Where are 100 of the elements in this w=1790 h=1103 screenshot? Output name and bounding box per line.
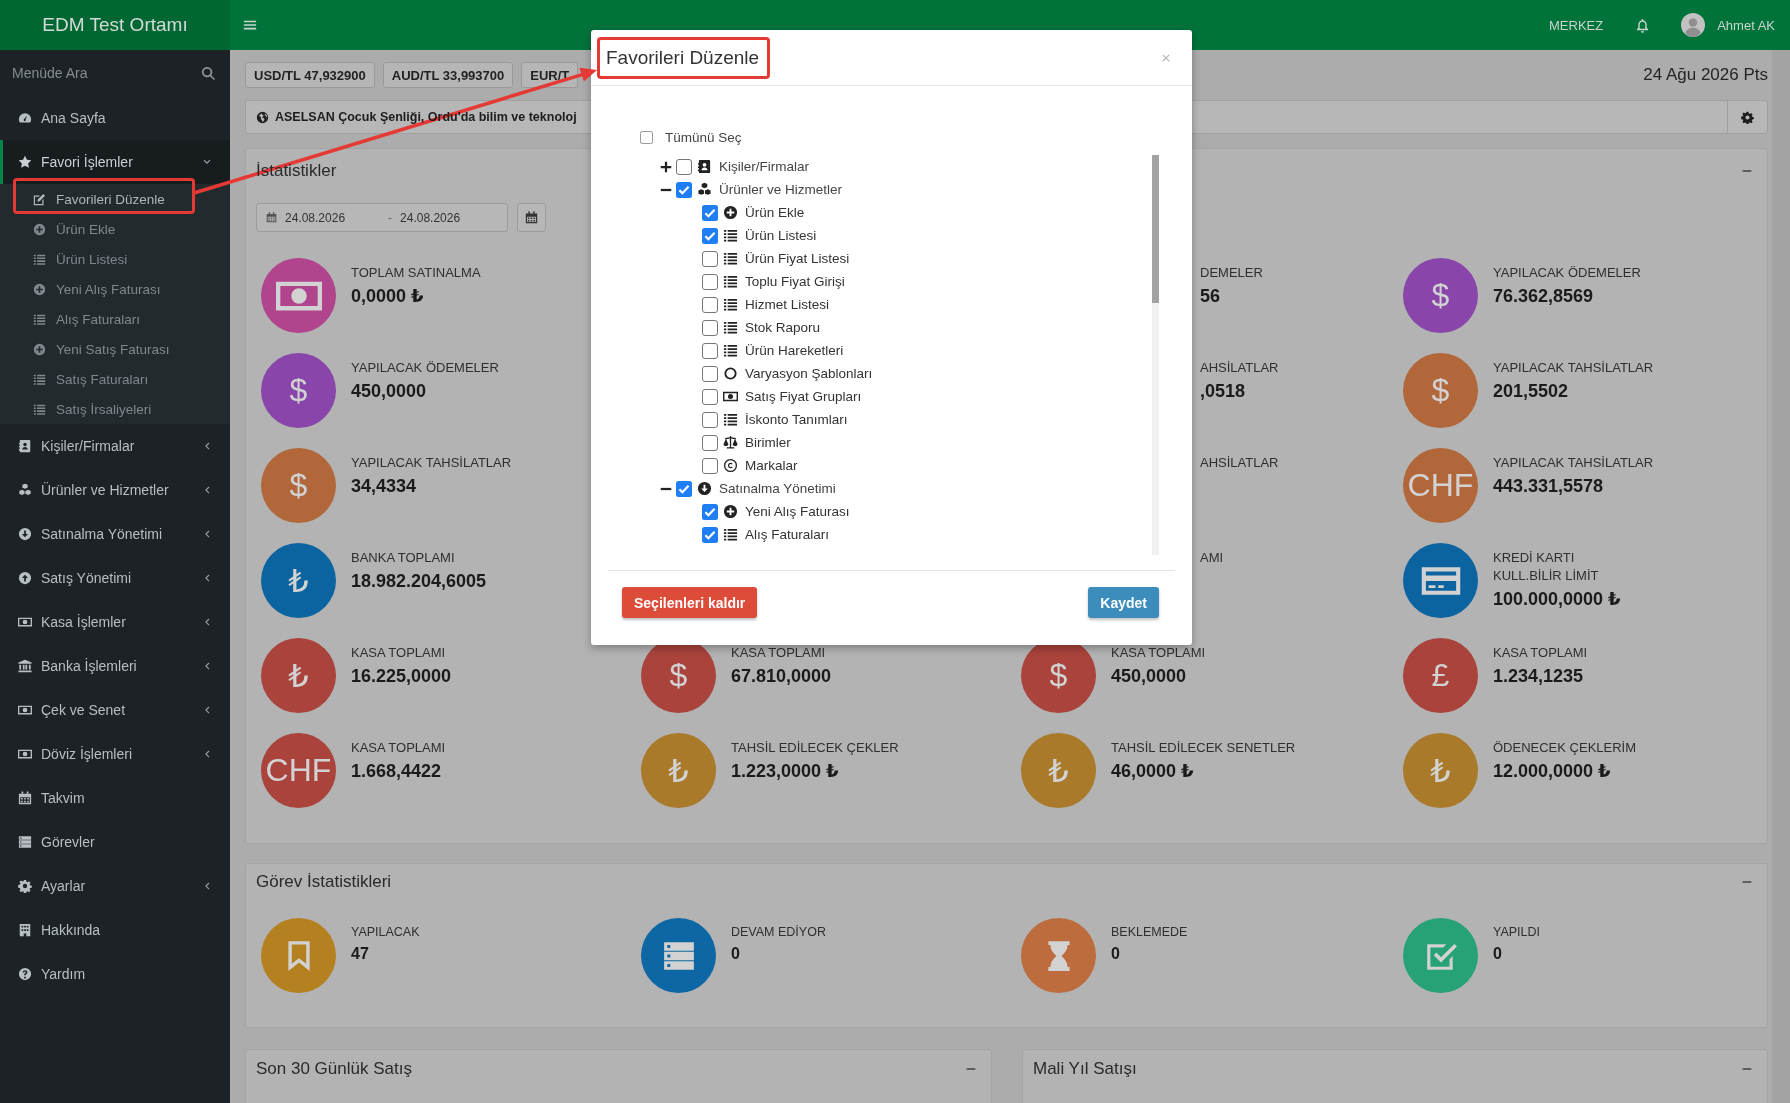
tree-item-label: Stok Raporu xyxy=(745,320,821,335)
checkbox[interactable] xyxy=(702,365,718,382)
checkbox[interactable] xyxy=(702,434,718,451)
sidebar-subitem[interactable]: Ürün Listesi xyxy=(0,244,230,274)
task-count: 0 xyxy=(731,944,740,964)
checkbox[interactable] xyxy=(702,204,718,221)
checkbox[interactable] xyxy=(702,526,718,543)
bell-icon[interactable] xyxy=(1635,17,1651,33)
currency-icon: ₺ xyxy=(1021,733,1096,808)
sidebar-subitem[interactable]: Alış Faturaları xyxy=(0,304,230,334)
sidebar-item[interactable]: Kasa İşlemler xyxy=(0,600,230,644)
sidebar-item[interactable]: Görevler xyxy=(0,820,230,864)
date-label: 24 Ağu 2026 Pts xyxy=(1643,65,1768,85)
scrollbar-thumb[interactable] xyxy=(1152,155,1159,303)
stat-label: YAPILACAK TAHSİLATLAR xyxy=(351,454,512,472)
stat-label: DEMELER xyxy=(1200,264,1263,282)
checkbox[interactable] xyxy=(702,250,718,267)
stat-label: TAHSİL EDİLECEK ÇEKLER xyxy=(731,739,899,757)
stat-value: 56 xyxy=(1200,285,1221,308)
banknote-icon xyxy=(18,747,32,761)
remove-selected-button[interactable]: Seçilenleri kaldır xyxy=(622,587,758,618)
exchange-rate-badge: EUR/T xyxy=(521,62,579,88)
stat-label: KASA TOPLAMI xyxy=(1111,644,1206,662)
checkbox[interactable] xyxy=(640,130,653,144)
currency-icon: ₺ xyxy=(261,638,336,713)
exchange-rate-badge: AUD/TL 33,993700 xyxy=(382,62,514,88)
sidebar-subitem[interactable]: Favorileri Düzenle xyxy=(0,184,230,214)
checkbox[interactable] xyxy=(676,181,692,198)
stat-value: 1.223,0000 ₺ xyxy=(731,760,839,783)
checkbox[interactable] xyxy=(702,388,718,405)
date-range-field[interactable]: 24.08.2026 - 24.08.2026 xyxy=(256,203,508,232)
sidebar-item[interactable]: Satış Yönetimi xyxy=(0,556,230,600)
checkbox[interactable] xyxy=(676,480,692,497)
sidebar-item[interactable]: Kişiler/Firmalar xyxy=(0,424,230,468)
list-icon xyxy=(33,312,46,326)
tree-item-label: Markalar xyxy=(745,458,798,473)
branch-menu[interactable]: MERKEZ xyxy=(1549,17,1604,33)
checkbox[interactable] xyxy=(702,227,718,244)
banknote-icon xyxy=(18,615,32,629)
checkbox[interactable] xyxy=(702,296,718,313)
currency-icon: £ xyxy=(1403,638,1478,713)
sidebar-item[interactable]: Döviz İşlemleri xyxy=(0,732,230,776)
stat-value: 100.000,0000 ₺ xyxy=(1493,588,1621,611)
tree-item-label: Toplu Fiyat Girişi xyxy=(745,274,845,289)
checkbox[interactable] xyxy=(702,503,718,520)
sidebar-item[interactable]: Ayarlar xyxy=(0,864,230,908)
menu-icon[interactable] xyxy=(243,18,257,32)
checkbox[interactable] xyxy=(702,457,718,474)
stat-label: KASA TOPLAMI xyxy=(351,739,446,757)
list-icon xyxy=(723,297,738,312)
date-separator: - xyxy=(388,210,393,225)
sidebar-item[interactable]: Takvim xyxy=(0,776,230,820)
checkbox[interactable] xyxy=(702,273,718,290)
checkbox[interactable] xyxy=(702,411,718,428)
sidebar-subitem[interactable]: Satış Faturaları xyxy=(0,364,230,394)
panel-title: Görev İstatistikleri xyxy=(256,871,392,892)
stat-value: 46,0000 ₺ xyxy=(1111,760,1194,783)
list-icon xyxy=(723,251,738,266)
server-icon xyxy=(18,835,32,849)
contact-book-icon xyxy=(18,439,32,453)
search-icon[interactable] xyxy=(201,65,216,81)
calendar-button[interactable] xyxy=(517,203,546,232)
copyright-icon xyxy=(723,458,738,473)
list-icon xyxy=(33,252,46,266)
help-icon xyxy=(18,967,32,981)
tree-item-label: Birimler xyxy=(745,435,791,450)
sidebar-item[interactable]: Ana Sayfa xyxy=(0,96,230,140)
avatar-icon[interactable] xyxy=(1681,13,1706,37)
sidebar-subitem[interactable]: Satış İrsaliyeleri xyxy=(0,394,230,424)
contact-book-icon xyxy=(697,159,712,174)
checkbox[interactable] xyxy=(702,319,718,336)
task-label: DEVAM EDİYOR xyxy=(731,924,826,940)
sidebar-item[interactable]: Satınalma Yönetimi xyxy=(0,512,230,556)
stat-value: 12.000,0000 ₺ xyxy=(1493,760,1611,783)
sidebar-item[interactable]: Favori İşlemler xyxy=(0,140,230,184)
checkbox[interactable] xyxy=(676,158,692,175)
sidebar-subitem[interactable]: Ürün Ekle xyxy=(0,214,230,244)
sidebar-item[interactable]: Yardım xyxy=(0,952,230,996)
user-menu[interactable]: Ahmet AK xyxy=(1717,17,1775,33)
stat-label: YAPILACAK TAHSİLATLAR xyxy=(1493,454,1654,472)
scrollbar[interactable] xyxy=(1772,50,1790,1103)
sidebar-item[interactable]: Hakkında xyxy=(0,908,230,952)
save-button[interactable]: Kaydet xyxy=(1088,587,1159,618)
task-count: 47 xyxy=(351,944,369,964)
sidebar-item[interactable]: Banka İşlemleri xyxy=(0,644,230,688)
plus-icon[interactable] xyxy=(660,160,672,173)
stat-value: 201,5502 xyxy=(1493,380,1569,403)
tree-item-label: Alış Faturaları xyxy=(745,527,830,542)
scrollbar[interactable] xyxy=(1152,155,1159,555)
checkbox[interactable] xyxy=(702,342,718,359)
tree-item-label: Satınalma Yönetimi xyxy=(719,481,836,496)
close-icon[interactable] xyxy=(1161,52,1171,63)
sidebar-subitem[interactable]: Yeni Satış Faturası xyxy=(0,334,230,364)
sidebar-subitem[interactable]: Yeni Alış Faturası xyxy=(0,274,230,304)
tree-item-label: Ürün Ekle xyxy=(745,205,805,220)
search-field[interactable]: Menüde Ara xyxy=(12,63,193,83)
start-date: 24.08.2026 xyxy=(285,210,346,225)
sidebar-item[interactable]: Ürünler ve Hizmetler xyxy=(0,468,230,512)
scale-icon xyxy=(723,435,738,450)
sidebar-item[interactable]: Çek ve Senet xyxy=(0,688,230,732)
